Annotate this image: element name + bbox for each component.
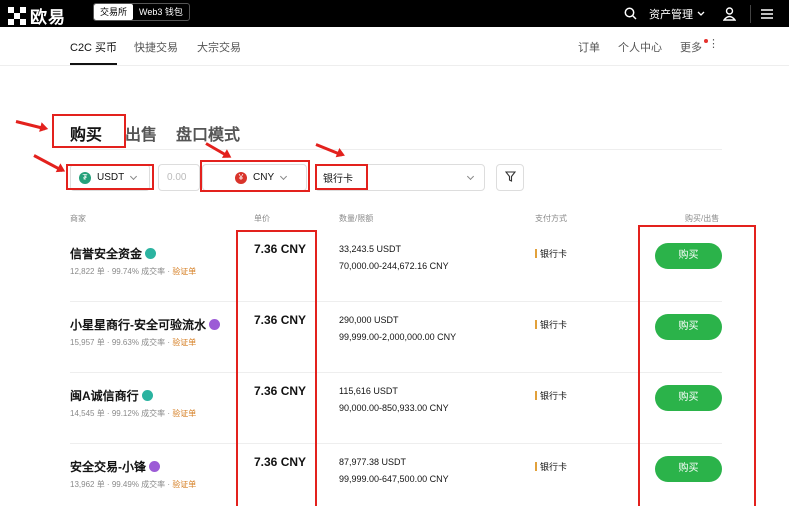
more-dots-icon[interactable]: ⋮ xyxy=(708,37,719,50)
header-payment: 支付方式 xyxy=(535,214,567,223)
annotation-arrow xyxy=(15,120,46,131)
search-icon[interactable] xyxy=(624,7,637,20)
tab-divider xyxy=(70,149,722,150)
merchant-stats: 15,957 单 · 99.63% 成交率 · 验证单 xyxy=(70,338,197,347)
nav-user-center[interactable]: 个人中心 xyxy=(618,39,662,55)
tab-sell[interactable]: 出售 xyxy=(125,121,157,145)
nav-c2c-buy[interactable]: C2C 买币 xyxy=(70,39,117,55)
merchant-stats: 12,822 单 · 99.74% 成交率 · 验证单 xyxy=(70,267,197,276)
payment-method: 银行卡 xyxy=(535,247,567,260)
payment-method: 银行卡 xyxy=(535,389,567,402)
order-limit: 90,000.00-850,933.00 CNY xyxy=(339,403,449,413)
logo[interactable]: 欧易 xyxy=(8,3,66,28)
menu-icon[interactable] xyxy=(761,8,773,19)
header-action: 购买/出售 xyxy=(685,214,720,223)
okx-logo-icon xyxy=(8,6,26,25)
merchant-name[interactable]: 闽A诚信商行 xyxy=(70,387,153,404)
nav-more[interactable]: 更多 xyxy=(680,39,702,55)
order-limit: 99,999.00-647,500.00 CNY xyxy=(339,474,449,484)
nav-active-indicator xyxy=(70,63,117,65)
filter-button[interactable] xyxy=(496,164,524,191)
verified-badge-icon xyxy=(145,248,157,259)
top-bar: 欧易 交易所 Web3 钱包 资产管理 xyxy=(0,0,789,27)
header-price: 单价 xyxy=(254,214,270,223)
nav-block-trade[interactable]: 大宗交易 xyxy=(197,39,241,55)
merchant-name[interactable]: 信誉安全资金 xyxy=(70,245,157,262)
asset-menu[interactable]: 资产管理 xyxy=(649,6,705,22)
merchant-stats: 13,962 单 · 99.49% 成交率 · 验证单 xyxy=(70,480,197,489)
asset-menu-label: 资产管理 xyxy=(649,8,693,21)
merchant-name[interactable]: 安全交易-小锋 xyxy=(70,458,160,475)
available-quantity: 33,243.5 USDT xyxy=(339,244,402,254)
merchant-name[interactable]: 小星星商行-安全可验流水 xyxy=(70,316,220,333)
annotation-box-price-column xyxy=(236,230,317,506)
verified-badge-icon xyxy=(149,461,160,472)
annotation-arrow xyxy=(33,154,63,172)
annotation-box-crypto xyxy=(66,164,154,190)
payment-method: 银行卡 xyxy=(535,318,567,331)
nav-orders[interactable]: 订单 xyxy=(578,39,600,55)
annotation-box-buy-tab xyxy=(52,114,126,148)
chevron-down-icon xyxy=(697,8,705,20)
table-row: 小星星商行-安全可验流水 15,957 单 · 99.63% 成交率 · 验证单… xyxy=(70,302,722,373)
annotation-box-buy-column xyxy=(638,225,756,506)
amount-placeholder: 0.00 xyxy=(167,172,187,183)
chevron-down-icon xyxy=(466,172,475,181)
header-merchant: 商家 xyxy=(70,214,86,223)
available-quantity: 290,000 USDT xyxy=(339,315,399,325)
available-quantity: 115,616 USDT xyxy=(339,386,398,396)
order-limit: 70,000.00-244,672.16 CNY xyxy=(339,261,449,271)
nav-quick-trade[interactable]: 快捷交易 xyxy=(134,39,178,55)
user-icon[interactable] xyxy=(723,6,736,21)
tab-web3-wallet[interactable]: Web3 钱包 xyxy=(133,4,189,20)
verified-badge-icon xyxy=(209,319,220,330)
tab-orderbook-mode[interactable]: 盘口模式 xyxy=(176,121,240,145)
table-row: 闽A诚信商行 14,545 单 · 99.12% 成交率 · 验证单 7.36 … xyxy=(70,373,722,444)
tab-exchange[interactable]: 交易所 xyxy=(94,4,134,20)
amount-input[interactable]: 0.00 xyxy=(158,164,200,191)
filter-icon xyxy=(504,170,516,185)
header-quantity-limit: 数量/限额 xyxy=(339,214,374,223)
verified-badge-icon xyxy=(141,390,153,401)
annotation-box-payment xyxy=(315,164,368,190)
table-row: 安全交易-小锋 13,962 单 · 99.49% 成交率 · 验证单 7.36… xyxy=(70,444,722,506)
divider xyxy=(750,4,751,23)
logo-text: 欧易 xyxy=(30,8,66,27)
sub-nav: C2C 买币 快捷交易 大宗交易 订单 个人中心 更多 ⋮ xyxy=(0,27,789,66)
payment-method: 银行卡 xyxy=(535,460,567,473)
mode-switch: 交易所 Web3 钱包 xyxy=(93,3,190,21)
table-row: 信誉安全资金 12,822 单 · 99.74% 成交率 · 验证单 7.36 … xyxy=(70,231,722,302)
order-limit: 99,999.00-2,000,000.00 CNY xyxy=(339,332,457,342)
merchant-stats: 14,545 单 · 99.12% 成交率 · 验证单 xyxy=(70,409,197,418)
available-quantity: 87,977.38 USDT xyxy=(339,457,407,467)
annotation-box-fiat xyxy=(200,160,310,192)
